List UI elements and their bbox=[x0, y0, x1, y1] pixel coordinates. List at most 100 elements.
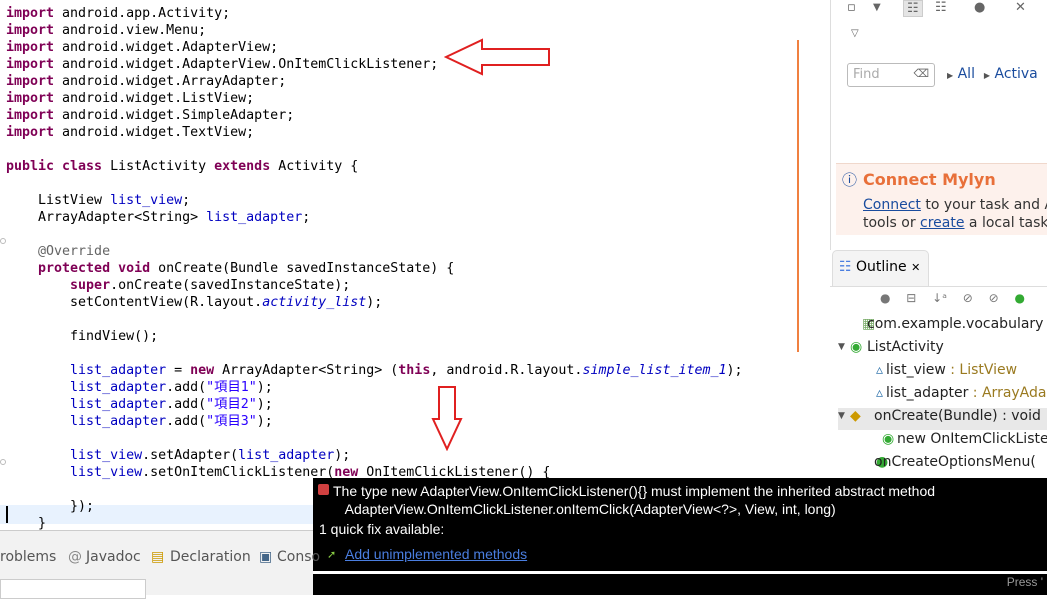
code-token: Activity { bbox=[278, 159, 359, 174]
code-line: @Override bbox=[6, 243, 110, 260]
find-placeholder: Find bbox=[853, 67, 880, 82]
code-token: public class bbox=[6, 159, 111, 174]
annotation-arrow-left bbox=[444, 38, 550, 76]
fold-icon[interactable] bbox=[0, 459, 6, 465]
code-token: protected void bbox=[6, 261, 159, 276]
outline-item-name: new OnItemClickLister bbox=[897, 431, 1047, 447]
code-line: super.onCreate(savedInstanceState); bbox=[6, 277, 350, 294]
outline-item[interactable]: ▦ com.example.vocabulary bbox=[838, 316, 1047, 338]
code-token: import bbox=[6, 91, 63, 106]
text-caret bbox=[6, 506, 8, 523]
code-line: import android.view.Menu; bbox=[6, 22, 206, 39]
code-token: list_adapter bbox=[206, 210, 303, 225]
tab-javadoc[interactable]: Javadoc bbox=[86, 549, 141, 565]
code-token: list_view bbox=[6, 465, 143, 480]
outline-item-type: : ListView bbox=[945, 362, 1018, 378]
outline-icon: ☷ bbox=[839, 259, 852, 275]
code-token: onCreate(Bundle savedInstanceState) { bbox=[158, 261, 455, 276]
outline-item[interactable]: ▼ ◆ onCreate(Bundle) : void bbox=[838, 408, 1047, 430]
code-token: ; bbox=[182, 193, 191, 208]
outline-item-icon: ◉ bbox=[882, 431, 895, 447]
scheduled-icon[interactable]: ☷ bbox=[935, 0, 947, 15]
quick-fix-count: 1 quick fix available: bbox=[319, 521, 445, 537]
code-line: import android.widget.AdapterView.OnItem… bbox=[6, 56, 438, 73]
tab-problems[interactable]: roblems bbox=[0, 549, 56, 565]
connect-mylyn-box: ⓘ Connect Mylyn Connect to your task and… bbox=[836, 163, 1047, 235]
code-line: protected void onCreate(Bundle savedInst… bbox=[6, 260, 454, 277]
info-icon: ⓘ bbox=[842, 171, 858, 189]
code-token: import bbox=[6, 23, 63, 38]
outline-toolbar[interactable]: ● ⊟ ↓ᵃ ⊘ ⊘ ● bbox=[880, 291, 1025, 305]
outline-item-icon: ◉ bbox=[850, 339, 863, 355]
code-token: ListView bbox=[6, 193, 111, 208]
code-token: "項目2" bbox=[206, 397, 257, 412]
code-token: .setAdapter( bbox=[142, 448, 239, 463]
code-token: findView(); bbox=[6, 329, 159, 344]
console-icon: ▣ bbox=[259, 549, 273, 565]
outline-item-name: onCreateOptionsMenu( bbox=[874, 454, 1036, 470]
overview-ruler[interactable] bbox=[797, 40, 799, 352]
filter-activate-link[interactable]: Activa bbox=[994, 66, 1037, 82]
code-token: android.widget.ListView; bbox=[62, 91, 255, 106]
create-link[interactable]: create bbox=[920, 215, 964, 231]
focus-icon[interactable]: ● bbox=[974, 0, 985, 15]
code-line: list_view.setAdapter(list_adapter); bbox=[6, 447, 350, 464]
code-token: simple_list_item_1 bbox=[582, 363, 727, 378]
code-line: public class ListActivity extends Activi… bbox=[6, 158, 358, 175]
filter-all-link[interactable]: All bbox=[958, 66, 975, 82]
code-token: .add( bbox=[166, 380, 207, 395]
code-token: ); bbox=[256, 397, 273, 412]
code-line: list_adapter = new ArrayAdapter<String> … bbox=[6, 362, 743, 379]
code-line: findView(); bbox=[6, 328, 158, 345]
code-token: ; bbox=[302, 210, 311, 225]
close-icon[interactable]: ✕ bbox=[911, 261, 920, 274]
code-token: android.widget.AdapterView; bbox=[62, 40, 279, 55]
fix-icon: ➚ bbox=[327, 549, 337, 561]
code-token: .add( bbox=[166, 397, 207, 412]
mylyn-text: to your task and AL bbox=[925, 197, 1047, 213]
error-message: The type new AdapterView.OnItemClickList… bbox=[333, 483, 936, 517]
code-token: android.widget.SimpleAdapter; bbox=[62, 108, 295, 123]
clear-icon[interactable]: ⌫ bbox=[913, 67, 929, 80]
outline-item[interactable]: ▼ ◉ ListActivity bbox=[838, 339, 1047, 361]
view-menu-icon[interactable]: ▽ bbox=[851, 28, 859, 39]
declaration-icon: ▤ bbox=[151, 549, 165, 565]
outline-item[interactable]: ● onCreateOptionsMenu( bbox=[838, 454, 1047, 476]
new-task-icon[interactable]: ▫ bbox=[847, 0, 856, 15]
code-token: new bbox=[190, 363, 223, 378]
code-token: this bbox=[398, 363, 431, 378]
code-token: .add( bbox=[166, 414, 207, 429]
code-token: android.app.Activity; bbox=[62, 6, 231, 21]
tab-outline[interactable]: ☷ Outline ✕ bbox=[832, 250, 929, 286]
code-token: ArrayAdapter<String> ( bbox=[222, 363, 399, 378]
find-input[interactable]: Find ⌫ bbox=[847, 63, 935, 87]
code-token: @Override bbox=[6, 244, 111, 259]
code-token: list_view bbox=[6, 448, 143, 463]
outline-item[interactable]: ▵ list_adapter : ArrayAdap bbox=[838, 385, 1047, 407]
connect-link[interactable]: Connect bbox=[863, 197, 921, 213]
code-line: import android.widget.AdapterView; bbox=[6, 39, 278, 56]
code-token: ArrayAdapter<String> bbox=[6, 210, 207, 225]
code-token: android.widget.TextView; bbox=[62, 125, 255, 140]
categorized-icon[interactable]: ☷ bbox=[903, 0, 923, 17]
code-token: .onCreate(savedInstanceState); bbox=[110, 278, 351, 293]
code-editor[interactable]: import android.app.Activity; import andro… bbox=[0, 0, 800, 530]
code-token: .setOnItemClickListener( bbox=[142, 465, 335, 480]
code-token: ); bbox=[726, 363, 743, 378]
hide-completed-icon[interactable]: ✕ bbox=[1015, 0, 1026, 15]
code-token: ); bbox=[366, 295, 383, 310]
tab-declaration[interactable]: Declaration bbox=[170, 549, 251, 565]
code-line: import android.widget.SimpleAdapter; bbox=[6, 107, 294, 124]
code-token: android.view.Menu; bbox=[62, 23, 207, 38]
code-token: }); bbox=[6, 499, 95, 514]
code-line: import android.widget.ArrayAdapter; bbox=[6, 73, 286, 90]
code-line: import android.widget.ListView; bbox=[6, 90, 254, 107]
outline-item[interactable]: ◉ new OnItemClickLister bbox=[838, 431, 1047, 453]
dropdown-icon[interactable]: ▼ bbox=[873, 2, 881, 13]
outline-item-name: onCreate(Bundle) : void bbox=[874, 408, 1041, 424]
outline-item[interactable]: ▵ list_view : ListView bbox=[838, 362, 1047, 384]
tab-console[interactable]: Conso bbox=[277, 549, 320, 565]
code-token: import bbox=[6, 6, 63, 21]
fold-icon[interactable] bbox=[0, 238, 6, 244]
add-unimplemented-methods-link[interactable]: Add unimplemented methods bbox=[345, 546, 527, 562]
